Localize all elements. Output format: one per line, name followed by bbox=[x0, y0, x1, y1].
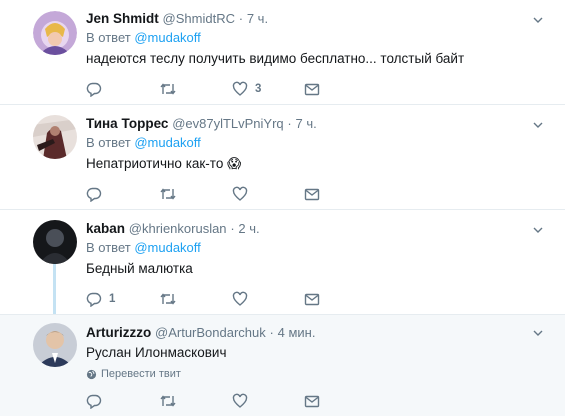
fullname[interactable]: Jen Shmidt bbox=[86, 11, 159, 26]
tweet-1[interactable]: Jen Shmidt @ShmidtRC · 7 ч. В ответ @mud… bbox=[0, 0, 565, 105]
retweet-button[interactable] bbox=[159, 80, 184, 98]
tweet-4[interactable]: Arturizzzo @ArturBondarchuk · 4 мин. Рус… bbox=[0, 315, 565, 416]
reply-button[interactable] bbox=[86, 185, 109, 203]
translate-label: Перевести твит bbox=[101, 368, 181, 380]
tweet-text: Бедный малютка bbox=[86, 261, 193, 276]
timestamp[interactable]: 7 ч. bbox=[296, 116, 317, 131]
fullname[interactable]: kaban bbox=[86, 221, 125, 236]
separator-dot: · bbox=[287, 116, 292, 131]
avatar[interactable] bbox=[33, 323, 77, 367]
tweet-header: kaban @khrienkoruslan · 2 ч. bbox=[86, 220, 545, 237]
envelope-icon bbox=[304, 83, 320, 96]
envelope-icon bbox=[304, 395, 320, 408]
timestamp[interactable]: 2 ч. bbox=[238, 221, 259, 236]
reply-context: В ответ @mudakoff bbox=[86, 29, 545, 47]
reply-user-link[interactable]: @mudakoff bbox=[134, 240, 200, 255]
tweet-text: Непатриотично как-то 😱 bbox=[86, 156, 242, 171]
dm-button[interactable] bbox=[304, 290, 320, 308]
like-button[interactable] bbox=[232, 290, 255, 308]
avatar[interactable] bbox=[33, 115, 77, 159]
thread-connector bbox=[53, 264, 56, 314]
tweet-actions bbox=[86, 392, 336, 412]
like-button[interactable] bbox=[232, 185, 255, 203]
tweet-header: Jen Shmidt @ShmidtRC · 7 ч. bbox=[86, 10, 545, 27]
like-button[interactable]: 3 bbox=[232, 80, 261, 98]
tweet-text: надеются теслу получить видимо бесплатно… bbox=[86, 51, 465, 66]
retweet-icon bbox=[160, 188, 176, 200]
handle[interactable]: @ShmidtRC bbox=[163, 11, 235, 26]
handle[interactable]: @khrienkoruslan bbox=[129, 221, 227, 236]
retweet-icon bbox=[160, 293, 176, 305]
reply-user-link[interactable]: @mudakoff bbox=[134, 135, 200, 150]
avatar[interactable] bbox=[33, 11, 77, 55]
reply-icon bbox=[86, 187, 102, 202]
reply-prefix: В ответ bbox=[86, 135, 131, 150]
reply-user-link[interactable]: @mudakoff bbox=[134, 30, 200, 45]
heart-icon bbox=[232, 186, 248, 201]
handle[interactable]: @ev87ylTLvPniYrq bbox=[172, 116, 283, 131]
tweet-actions: 1 bbox=[86, 290, 336, 310]
like-count: 3 bbox=[255, 83, 262, 95]
fullname[interactable]: Тина Торрес bbox=[86, 116, 168, 131]
chevron-down-icon[interactable] bbox=[533, 225, 543, 235]
retweet-button[interactable] bbox=[159, 392, 184, 410]
separator-dot: · bbox=[238, 11, 244, 26]
reply-button[interactable] bbox=[86, 392, 109, 410]
handle[interactable]: @ArturBondarchuk bbox=[155, 325, 266, 340]
timestamp[interactable]: 7 ч. bbox=[247, 11, 268, 26]
reply-button[interactable] bbox=[86, 80, 109, 98]
timestamp[interactable]: 4 мин. bbox=[278, 325, 316, 340]
reply-context: В ответ @mudakoff bbox=[86, 134, 545, 152]
reply-icon bbox=[86, 394, 102, 409]
globe-icon bbox=[86, 369, 97, 379]
dm-button[interactable] bbox=[304, 185, 320, 203]
chevron-down-icon[interactable] bbox=[533, 328, 543, 338]
dm-button[interactable] bbox=[304, 80, 320, 98]
fullname[interactable]: Arturizzzo bbox=[86, 325, 151, 340]
heart-icon bbox=[232, 291, 248, 306]
reply-icon bbox=[86, 82, 102, 97]
avatar[interactable] bbox=[33, 220, 77, 264]
tweet-actions: 3 bbox=[86, 80, 336, 100]
tweet-actions bbox=[86, 185, 336, 205]
separator-dot: · bbox=[230, 221, 235, 236]
reply-context: В ответ @mudakoff bbox=[86, 239, 545, 257]
tweet-3[interactable]: kaban @khrienkoruslan · 2 ч. В ответ @mu… bbox=[0, 210, 565, 315]
tweet-text: Руслан Илонмаскович bbox=[86, 345, 227, 360]
heart-icon bbox=[232, 81, 248, 96]
retweet-button[interactable] bbox=[159, 185, 184, 203]
chevron-down-icon[interactable] bbox=[533, 120, 543, 130]
tweet-2[interactable]: Тина Торрес @ev87ylTLvPniYrq · 7 ч. В от… bbox=[0, 105, 565, 210]
heart-icon bbox=[232, 393, 248, 408]
reply-icon bbox=[86, 292, 102, 307]
like-button[interactable] bbox=[232, 392, 255, 410]
reply-button[interactable]: 1 bbox=[86, 290, 115, 308]
translate-tweet-link[interactable]: Перевести твит bbox=[86, 367, 545, 381]
separator-dot: · bbox=[269, 325, 274, 340]
reply-count: 1 bbox=[109, 293, 116, 305]
envelope-icon bbox=[304, 188, 320, 201]
retweet-icon bbox=[160, 83, 176, 95]
retweet-button[interactable] bbox=[159, 290, 184, 308]
chevron-down-icon[interactable] bbox=[533, 15, 543, 25]
envelope-icon bbox=[304, 293, 320, 306]
retweet-icon bbox=[160, 395, 176, 407]
tweet-header: Arturizzzo @ArturBondarchuk · 4 мин. bbox=[86, 324, 545, 341]
tweet-header: Тина Торрес @ev87ylTLvPniYrq · 7 ч. bbox=[86, 115, 545, 132]
reply-prefix: В ответ bbox=[86, 240, 131, 255]
dm-button[interactable] bbox=[304, 392, 320, 410]
reply-prefix: В ответ bbox=[86, 30, 131, 45]
